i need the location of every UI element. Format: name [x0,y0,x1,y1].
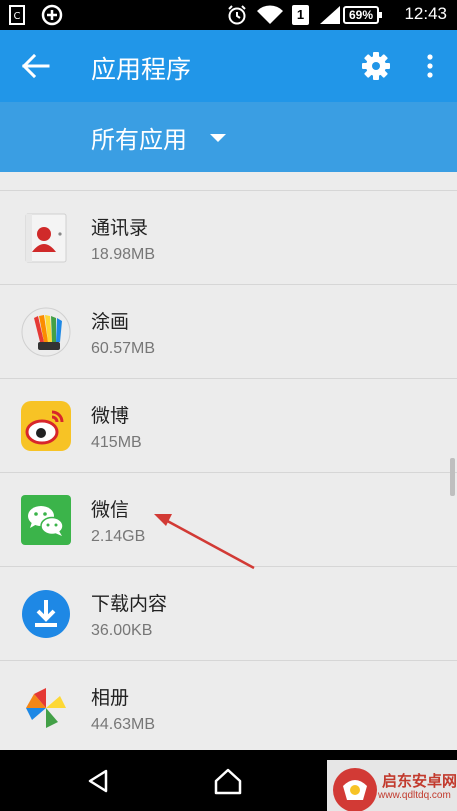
filter-label: 所有应用 [91,126,187,154]
paint-icon [21,307,71,357]
app-name: 涂画 [91,311,130,333]
contacts-icon [25,213,67,263]
app-size: 60.57MB [91,340,156,357]
gear-icon[interactable] [358,48,394,84]
dropdown-arrow-icon [210,134,226,142]
status-time: 12:43 [404,4,447,23]
watermark-title: 启东安卓网 [382,772,457,790]
list-item-paint[interactable]: 涂画 60.57MB [0,285,457,379]
list-item-contacts[interactable]: 通讯录 18.98MB [0,191,457,285]
nav-back-icon[interactable] [84,767,112,795]
wechat-icon [21,495,71,545]
list-item-weibo[interactable]: 微博 415MB [0,379,457,473]
status-bar: C 1 69% 12:43 [0,0,457,30]
signal-icon [320,6,340,24]
svg-text:C: C [14,11,21,22]
list-item-photos[interactable]: 相册 44.63MB [0,661,457,750]
photos-icon [26,688,66,728]
back-arrow-icon[interactable] [16,48,56,84]
download-icon [22,590,70,638]
filter-dropdown[interactable]: 所有应用 [0,102,457,172]
app-size: 2.14GB [91,528,146,545]
app-name: 相册 [91,687,130,709]
app-list[interactable]: 通讯录 18.98MB 涂画 60.57MB 微博 415MB 微信 2.14G… [0,172,457,750]
alarm-icon [228,5,246,25]
sim-indicator: 1 [292,5,309,25]
app-name: 通讯录 [91,217,149,239]
app-name: 微博 [91,405,130,427]
weibo-icon [21,401,71,451]
scrollbar[interactable] [450,458,455,496]
app-size: 44.63MB [91,716,156,733]
app-size: 36.00KB [91,622,153,639]
app-size: 18.98MB [91,246,156,263]
watermark-url: www.qdltdq.com [378,790,451,801]
page-title: 应用程序 [91,55,192,84]
nav-home-icon[interactable] [212,765,244,797]
list-item-wechat[interactable]: 微信 2.14GB [0,473,457,567]
app-name: 下载内容 [91,593,168,615]
app-bar: 应用程序 [0,30,457,102]
add-circle-icon [41,4,63,26]
screenshot-icon: C [9,5,25,25]
more-vert-icon[interactable] [418,48,442,84]
wifi-icon [257,5,283,24]
list-item-downloads[interactable]: 下载内容 36.00KB [0,567,457,661]
battery-indicator: 69% [343,6,382,24]
app-name: 微信 [91,499,130,521]
app-size: 415MB [91,434,142,451]
